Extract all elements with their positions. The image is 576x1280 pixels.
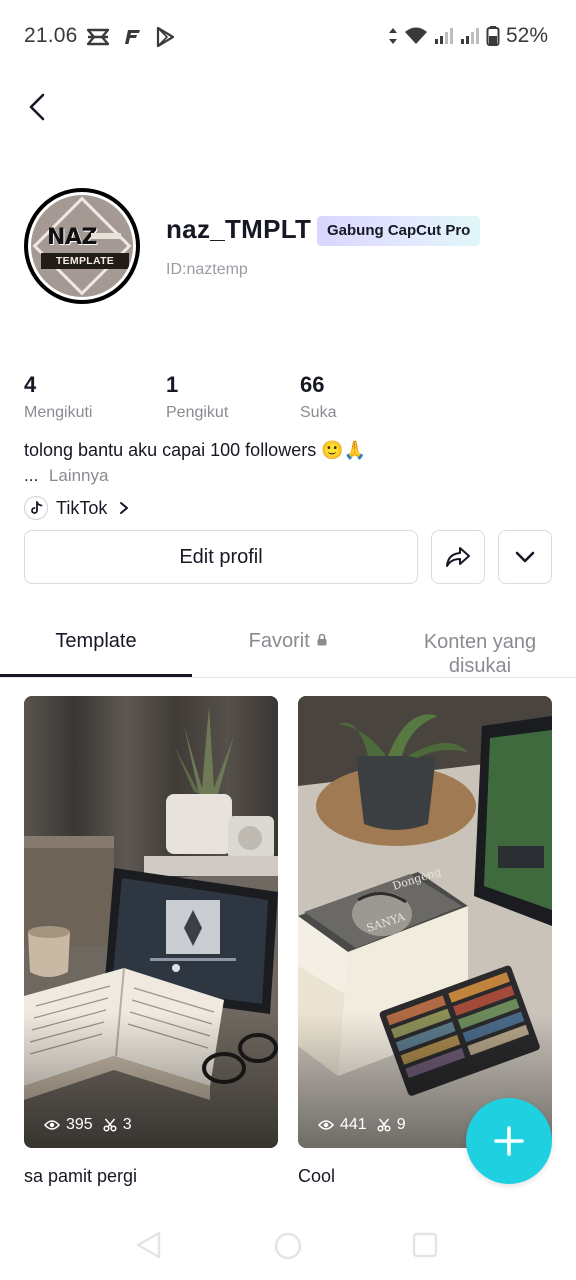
tab-template[interactable]: Template (0, 630, 192, 653)
avatar-text-naz: NAZ (47, 225, 97, 250)
tab-favorit-label: Favorit (248, 630, 310, 652)
capcut-notification-icon (86, 28, 110, 46)
signal-icon-1 (434, 28, 453, 44)
template-views-1: 395 (66, 1116, 93, 1133)
template-views-2: 441 (340, 1116, 367, 1133)
data-arrows-icon (388, 28, 397, 44)
share-icon (446, 547, 470, 567)
play-store-notification-icon (156, 26, 175, 48)
stat-followers[interactable]: 1 Pengikut (166, 372, 228, 422)
content-tabs: Template Favorit Konten yang disukai (0, 618, 576, 678)
template-title-1[interactable]: sa pamit pergi (24, 1166, 137, 1187)
system-status: 52% (388, 24, 548, 48)
stat-following-value: 4 (24, 372, 37, 397)
tab-favorit[interactable]: Favorit (192, 630, 384, 653)
nav-back-icon[interactable] (134, 1230, 164, 1260)
status-bar: 21.06 52% (0, 0, 576, 76)
stat-likes[interactable]: 66 Suka (300, 372, 336, 422)
tiktok-link[interactable]: TikTok (24, 496, 129, 520)
tab-liked-content[interactable]: Konten yang disukai (400, 630, 560, 678)
cut-uses-icon (103, 1118, 117, 1132)
more-options-button[interactable] (498, 530, 552, 584)
share-profile-button[interactable] (431, 530, 485, 584)
avatar-logo: NAZ TEMPLATE (31, 195, 133, 297)
template-uses-1: 3 (122, 1116, 132, 1133)
bio-more-link[interactable]: Lainnya (49, 466, 109, 485)
stat-likes-label: Suka (300, 404, 337, 421)
tiktok-link-label: TikTok (56, 497, 108, 518)
bio-more[interactable]: ... Lainnya (24, 466, 108, 486)
template-title-2[interactable]: Cool (298, 1166, 335, 1187)
edit-profile-button[interactable]: Edit profil (24, 530, 418, 584)
active-tab-indicator (0, 674, 192, 677)
template-thumbnail-2: Dongeng SANYA (298, 696, 552, 1148)
bio-text: tolong bantu aku capai 100 followers 🙂🙏 (24, 440, 367, 460)
views-icon (318, 1120, 334, 1130)
user-id: ID:naztemp (166, 261, 248, 278)
back-button[interactable] (22, 90, 52, 124)
app-f-notification-icon (125, 30, 140, 44)
stat-followers-value: 1 (166, 372, 179, 397)
views-icon (44, 1120, 60, 1130)
username: naz_TMPLT (166, 214, 312, 244)
stat-following[interactable]: 4 Mengikuti (24, 372, 92, 422)
template-thumbnail-1 (24, 696, 278, 1148)
notification-icons (86, 26, 176, 48)
lock-icon (317, 633, 327, 646)
template-stats-1: 395 3 (44, 1116, 132, 1134)
system-navigation-bar (0, 1212, 576, 1280)
wifi-icon (404, 27, 427, 44)
template-stats-2: 441 9 (318, 1116, 406, 1134)
nav-recents-icon[interactable] (411, 1231, 439, 1259)
stat-likes-value: 66 (300, 372, 325, 397)
cut-uses-icon (377, 1118, 391, 1132)
chevron-right-icon (120, 502, 129, 514)
nav-home-icon[interactable] (273, 1231, 303, 1261)
battery-percentage: 52% (505, 24, 548, 47)
back-arrow-icon (29, 93, 45, 121)
plus-icon (494, 1126, 524, 1156)
capcut-pro-badge[interactable]: Gabung CapCut Pro (317, 216, 481, 246)
chevron-down-icon (515, 551, 535, 563)
stat-following-label: Mengikuti (24, 404, 93, 421)
battery-icon (486, 26, 500, 46)
template-uses-2: 9 (396, 1116, 406, 1133)
signal-icon-2 (460, 28, 479, 44)
status-time: 21.06 (24, 24, 78, 47)
bio-ellipsis: ... (24, 466, 39, 485)
template-card-1[interactable]: 395 3 (24, 696, 278, 1148)
avatar[interactable]: NAZ TEMPLATE (24, 188, 140, 304)
stat-followers-label: Pengikut (166, 404, 229, 421)
avatar-text-template: TEMPLATE (41, 253, 129, 269)
template-card-2[interactable]: Dongeng SANYA 441 (298, 696, 552, 1148)
create-template-button[interactable] (466, 1098, 552, 1184)
tiktok-icon (24, 496, 48, 520)
